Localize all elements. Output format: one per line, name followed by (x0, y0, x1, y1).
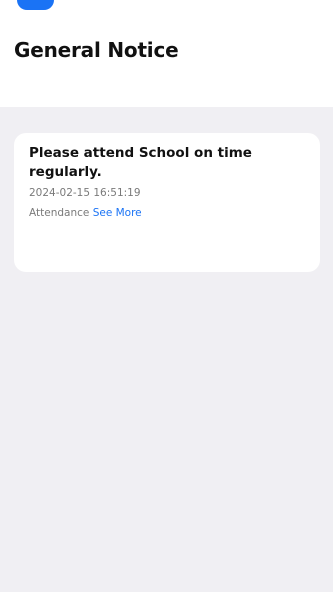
notice-title: Please attend School on time regularly. (29, 145, 252, 180)
header: General Notice (0, 0, 333, 107)
notice-screen: General Notice Please attend School on t… (0, 0, 333, 592)
back-button[interactable] (17, 0, 54, 10)
page-title: General Notice (14, 38, 179, 62)
notice-category: Attendance (29, 207, 90, 219)
notice-date: 2024-02-15 16:51:19 (29, 187, 141, 199)
see-more-link[interactable]: See More (93, 207, 142, 219)
notice-card[interactable]: Please attend School on time regularly. … (14, 133, 320, 272)
notice-meta: Attendance See More (29, 207, 142, 219)
